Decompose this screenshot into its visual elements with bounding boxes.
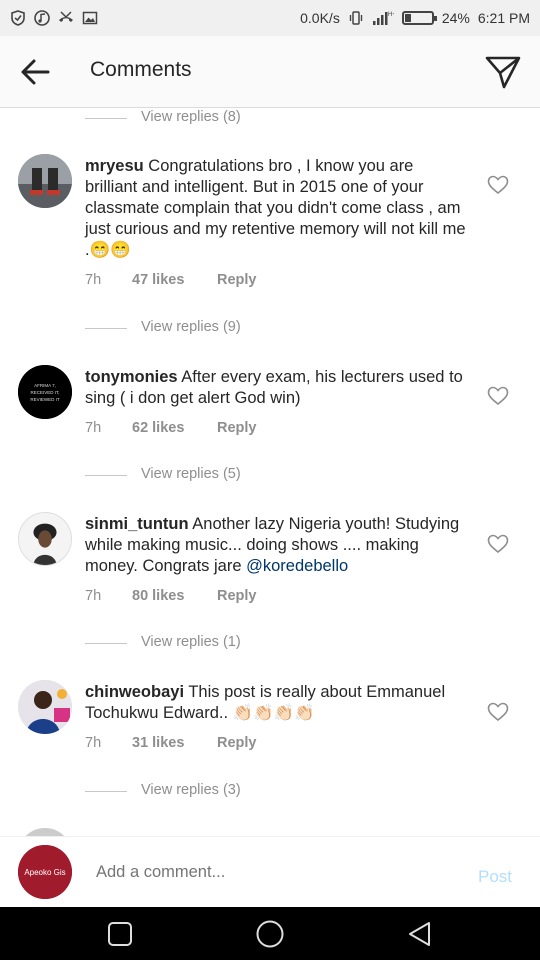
- mention-link[interactable]: @koredebello: [246, 557, 348, 575]
- view-replies-row[interactable]: View replies (3): [0, 782, 540, 802]
- divider: [85, 791, 127, 792]
- svg-text:RECEIVED IT,: RECEIVED IT,: [30, 390, 59, 395]
- missed-call-icon: [59, 11, 73, 22]
- back-icon[interactable]: [405, 919, 435, 949]
- reply-button[interactable]: Reply: [217, 420, 257, 436]
- comment-composer: Apeoko Gis Post: [0, 836, 540, 909]
- avatar[interactable]: AFRIMA 7, RECEIVED IT, REVIEWED IT: [18, 365, 72, 419]
- reply-button[interactable]: Reply: [217, 588, 257, 604]
- arrow-left-icon[interactable]: [18, 56, 54, 88]
- vibrate-icon: [349, 11, 363, 25]
- comment-username[interactable]: chinweobayi: [85, 683, 184, 701]
- view-replies-row[interactable]: View replies (1): [0, 634, 540, 654]
- view-replies-link[interactable]: View replies (8): [141, 109, 241, 125]
- image-icon: [82, 11, 98, 25]
- send-icon[interactable]: [484, 54, 522, 90]
- status-left-icons: [10, 10, 98, 26]
- comment-username[interactable]: tonymonies: [85, 368, 178, 386]
- view-replies-link[interactable]: View replies (1): [141, 634, 241, 650]
- comment-input[interactable]: [96, 863, 456, 882]
- comment-time: 7h: [85, 420, 102, 436]
- comment-time: 7h: [85, 588, 102, 604]
- svg-text:REVIEWED IT: REVIEWED IT: [30, 397, 60, 402]
- svg-text:AFRIMA 7,: AFRIMA 7,: [34, 383, 56, 388]
- view-replies-row[interactable]: View replies (8): [0, 109, 540, 129]
- battery-percent: 24%: [441, 10, 470, 26]
- divider: [85, 475, 127, 476]
- network-speed: 0.0K/s: [300, 10, 340, 26]
- comment-meta: 7h 62 likes Reply: [85, 420, 257, 436]
- svg-text:H+: H+: [388, 12, 394, 18]
- recent-apps-icon[interactable]: [105, 919, 135, 949]
- view-replies-row[interactable]: View replies (9): [0, 319, 540, 339]
- comment-text: mryesu Congratulations bro , I know you …: [85, 156, 470, 261]
- signal-icon: H+: [372, 12, 394, 25]
- view-replies-link[interactable]: View replies (5): [141, 466, 241, 482]
- heart-icon[interactable]: [487, 534, 509, 554]
- comment-text: chinweobayi This post is really about Em…: [85, 682, 470, 724]
- system-nav-bar: [0, 907, 540, 960]
- view-replies-row[interactable]: View replies (5): [0, 466, 540, 486]
- comment-username[interactable]: mryesu: [85, 157, 144, 175]
- svg-text:Apeoko Gis: Apeoko Gis: [24, 868, 65, 877]
- divider: [85, 118, 127, 119]
- avatar[interactable]: [18, 154, 72, 208]
- reply-button[interactable]: Reply: [217, 735, 257, 751]
- music-icon: [34, 10, 50, 26]
- heart-icon[interactable]: [487, 386, 509, 406]
- view-replies-link[interactable]: View replies (9): [141, 319, 241, 335]
- comment-meta: 7h 31 likes Reply: [85, 735, 257, 751]
- clock: 6:21 PM: [477, 10, 530, 26]
- avatar[interactable]: [18, 680, 72, 734]
- home-icon[interactable]: [255, 919, 285, 949]
- likes-count[interactable]: 80 likes: [132, 588, 217, 604]
- comments-feed[interactable]: View replies (8) mryesu Congratulations …: [0, 109, 540, 836]
- avatar[interactable]: [18, 828, 72, 836]
- comment-meta: 7h 47 likes Reply: [85, 272, 257, 288]
- page-title: Comments: [90, 58, 192, 81]
- status-bar: 0.0K/s H+ 24% 6:21 PM: [0, 0, 540, 36]
- comment-meta: 7h 80 likes Reply: [85, 588, 257, 604]
- status-right-icons: 0.0K/s H+ 24% 6:21 PM: [300, 10, 530, 26]
- avatar[interactable]: Apeoko Gis: [18, 845, 72, 899]
- shield-icon: [11, 10, 25, 26]
- heart-icon[interactable]: [487, 702, 509, 722]
- battery-icon: [401, 11, 437, 25]
- likes-count[interactable]: 62 likes: [132, 420, 217, 436]
- avatar[interactable]: [18, 512, 72, 566]
- comment-username[interactable]: sinmi_tuntun: [85, 515, 189, 533]
- heart-icon[interactable]: [487, 175, 509, 195]
- post-button[interactable]: Post: [478, 867, 512, 887]
- comment-text: sinmi_tuntun Another lazy Nigeria youth!…: [85, 514, 470, 577]
- comment-text: tonymonies After every exam, his lecture…: [85, 367, 470, 409]
- comment-time: 7h: [85, 272, 102, 288]
- comment-time: 7h: [85, 735, 102, 751]
- likes-count[interactable]: 47 likes: [132, 272, 217, 288]
- divider: [85, 328, 127, 329]
- reply-button[interactable]: Reply: [217, 272, 257, 288]
- divider: [85, 643, 127, 644]
- likes-count[interactable]: 31 likes: [132, 735, 217, 751]
- view-replies-link[interactable]: View replies (3): [141, 782, 241, 798]
- comments-header: Comments: [0, 36, 540, 108]
